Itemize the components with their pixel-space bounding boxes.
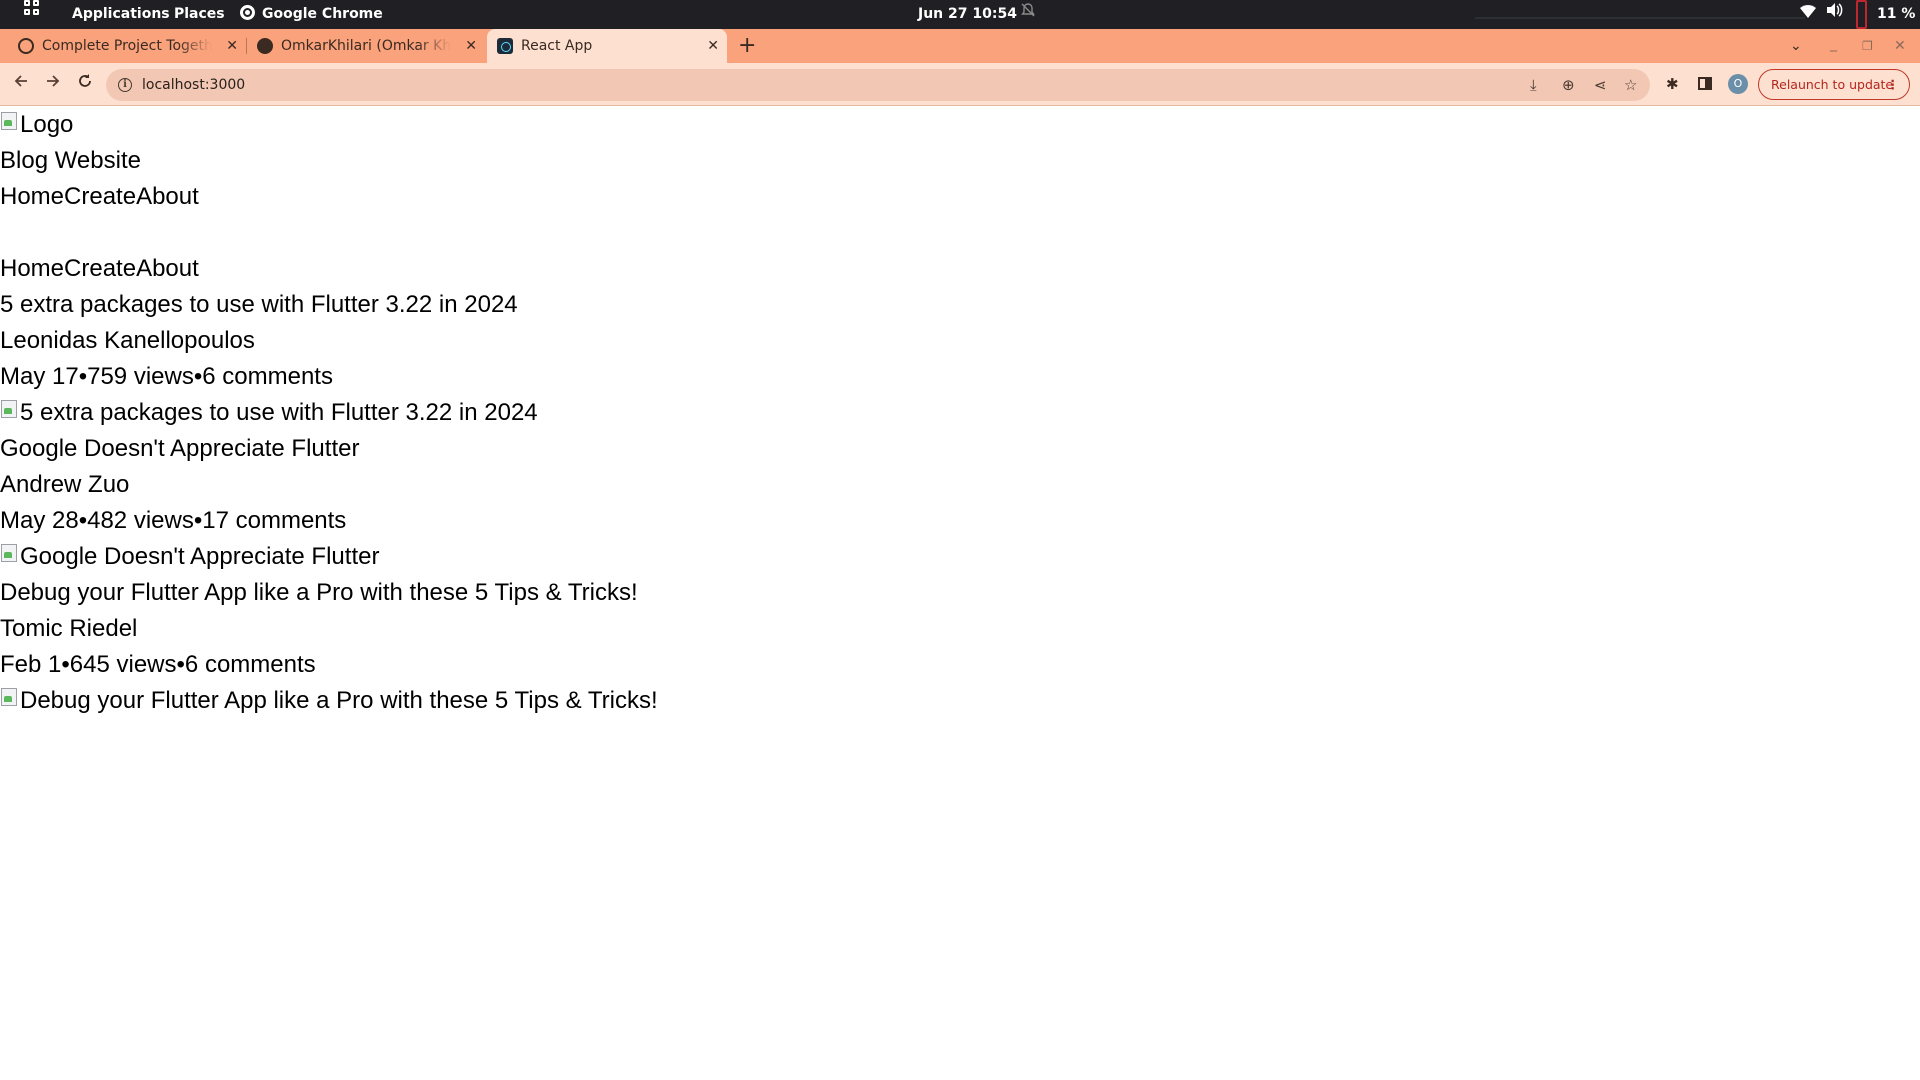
meta-separator: •	[193, 363, 203, 390]
logo-alt-text: Logo	[20, 111, 74, 138]
broken-image-icon	[0, 686, 20, 712]
post-date: May 17	[0, 363, 79, 390]
side-panel-icon[interactable]	[1698, 77, 1712, 90]
back-button[interactable]	[7, 70, 35, 98]
meta-separator: •	[78, 363, 88, 390]
meta-separator: •	[193, 507, 203, 534]
react-favicon-icon	[497, 38, 513, 54]
wifi-icon[interactable]	[1800, 0, 1816, 29]
post-date: May 28	[0, 507, 79, 534]
notifications-muted-icon	[1020, 0, 1036, 29]
meta-separator: •	[78, 507, 88, 534]
bookmark-star-icon[interactable]: ☆	[1624, 69, 1637, 101]
tab-github-profile[interactable]: OmkarKhilari (Omkar Khilari) ✕	[247, 29, 485, 63]
openai-favicon-icon	[18, 38, 34, 54]
install-app-icon[interactable]: ⤓	[1530, 69, 1537, 101]
nav-link-about[interactable]: About	[136, 255, 199, 282]
post-meta: Feb 1•645 views•6 comments	[0, 647, 1920, 683]
post-comments: 17 comments	[202, 507, 347, 534]
post-views: 645 views	[69, 651, 177, 678]
tab-close-icon[interactable]: ✕	[465, 29, 477, 63]
post-image[interactable]: Debug your Flutter App like a Pro with t…	[0, 683, 1920, 719]
post-image[interactable]: 5 extra packages to use with Flutter 3.2…	[0, 395, 1920, 431]
tab-close-icon[interactable]: ✕	[707, 29, 719, 63]
battery-percentage[interactable]: 11 %	[1877, 0, 1915, 29]
post-author: Tomic Riedel	[0, 615, 138, 642]
tab-title: Complete Project Together	[42, 38, 212, 54]
new-tab-button[interactable]: +	[738, 29, 756, 63]
tab-react-app[interactable]: React App ✕	[487, 29, 727, 63]
reload-icon	[79, 74, 91, 87]
relaunch-label: Relaunch to update	[1771, 77, 1894, 92]
nav-link-create[interactable]: Create	[64, 255, 136, 282]
tab-strip: Complete Project Together ✕ OmkarKhilari…	[0, 29, 1920, 63]
relaunch-to-update-button[interactable]: Relaunch to update ⋮	[1758, 69, 1910, 100]
post-image[interactable]: Google Doesn't Appreciate Flutter	[0, 539, 1920, 575]
post-date: Feb 1	[0, 651, 62, 678]
places-menu[interactable]: Places	[174, 0, 225, 29]
meta-separator: •	[176, 651, 185, 678]
nav-link-about[interactable]: About	[136, 183, 199, 210]
post-author: Leonidas Kanellopoulos	[0, 327, 255, 354]
post-image-alt: 5 extra packages to use with Flutter 3.2…	[20, 399, 538, 426]
tab-title: OmkarKhilari (Omkar Khilari)	[281, 38, 451, 54]
page-content: Logo Blog Website HomeCreateAbout HomeCr…	[0, 107, 1920, 719]
post-comments: 6 comments	[202, 363, 333, 390]
secondary-nav: HomeCreateAbout	[0, 251, 1920, 287]
app-grid-icon[interactable]	[24, 0, 40, 29]
tab-title: React App	[521, 38, 593, 54]
post-author: Andrew Zuo	[0, 471, 130, 498]
active-app-label: Google Chrome	[262, 6, 383, 22]
forward-arrow-icon	[47, 75, 60, 87]
meta-separator: •	[61, 651, 70, 678]
github-favicon-icon	[257, 38, 273, 54]
minimize-window-icon[interactable]: _	[1830, 29, 1837, 63]
browser-toolbar: i localhost:3000 ⤓ ⊕ ⋖ ☆ ✱ O Relaunch to…	[0, 63, 1920, 106]
post-comments: 6 comments	[184, 651, 316, 678]
address-bar[interactable]: i localhost:3000 ⤓ ⊕ ⋖ ☆	[106, 69, 1650, 101]
post-title[interactable]: Debug your Flutter App like a Pro with t…	[0, 575, 1920, 611]
tab-search-chevron-icon[interactable]: ⌄	[1790, 29, 1802, 63]
broken-image-icon	[0, 542, 20, 568]
profile-avatar[interactable]: O	[1728, 74, 1748, 94]
reload-button[interactable]	[71, 70, 99, 98]
volume-icon[interactable]	[1826, 0, 1844, 29]
top-nav: HomeCreateAbout	[0, 179, 1920, 215]
nav-link-home[interactable]: Home	[0, 255, 64, 282]
forward-button[interactable]	[39, 70, 67, 98]
post-image-alt: Google Doesn't Appreciate Flutter	[20, 543, 380, 570]
applications-menu[interactable]: Applications	[72, 0, 170, 29]
active-app-menu[interactable]: Google Chrome	[240, 0, 383, 29]
tab-close-icon[interactable]: ✕	[226, 29, 238, 63]
status-progress-line	[1475, 17, 1805, 19]
broken-image-icon	[0, 398, 20, 424]
nav-link-create[interactable]: Create	[64, 183, 136, 210]
post-title[interactable]: 5 extra packages to use with Flutter 3.2…	[0, 287, 1920, 323]
post-views: 759 views	[87, 363, 194, 390]
post-meta: May 28•482 views•17 comments	[0, 503, 1920, 539]
back-arrow-icon	[14, 75, 27, 87]
url-text[interactable]: localhost:3000	[142, 69, 245, 101]
site-logo[interactable]: Logo	[0, 107, 1920, 143]
system-top-bar: Applications Places Google Chrome Jun 27…	[0, 0, 1920, 29]
clock[interactable]: Jun 27 10:54	[918, 0, 1017, 29]
broken-image-icon	[0, 110, 20, 136]
battery-icon[interactable]	[1856, 0, 1867, 29]
more-options-icon[interactable]: ⋮	[1887, 70, 1900, 99]
tab-complete-project[interactable]: Complete Project Together ✕	[8, 29, 247, 63]
close-window-icon[interactable]: ✕	[1894, 29, 1906, 63]
post-title[interactable]: Google Doesn't Appreciate Flutter	[0, 431, 1920, 467]
post-meta: May 17•759 views•6 comments	[0, 359, 1920, 395]
post-image-alt: Debug your Flutter App like a Pro with t…	[20, 687, 658, 714]
site-title: Blog Website	[0, 147, 141, 174]
zoom-icon[interactable]: ⊕	[1562, 69, 1575, 101]
share-icon[interactable]: ⋖	[1594, 69, 1607, 101]
post-views: 482 views	[87, 507, 194, 534]
maximize-window-icon[interactable]: ❐	[1862, 29, 1873, 63]
extensions-puzzle-icon[interactable]: ✱	[1666, 75, 1679, 93]
chrome-icon	[240, 5, 255, 20]
info-icon[interactable]: i	[118, 78, 132, 92]
nav-link-home[interactable]: Home	[0, 183, 64, 210]
